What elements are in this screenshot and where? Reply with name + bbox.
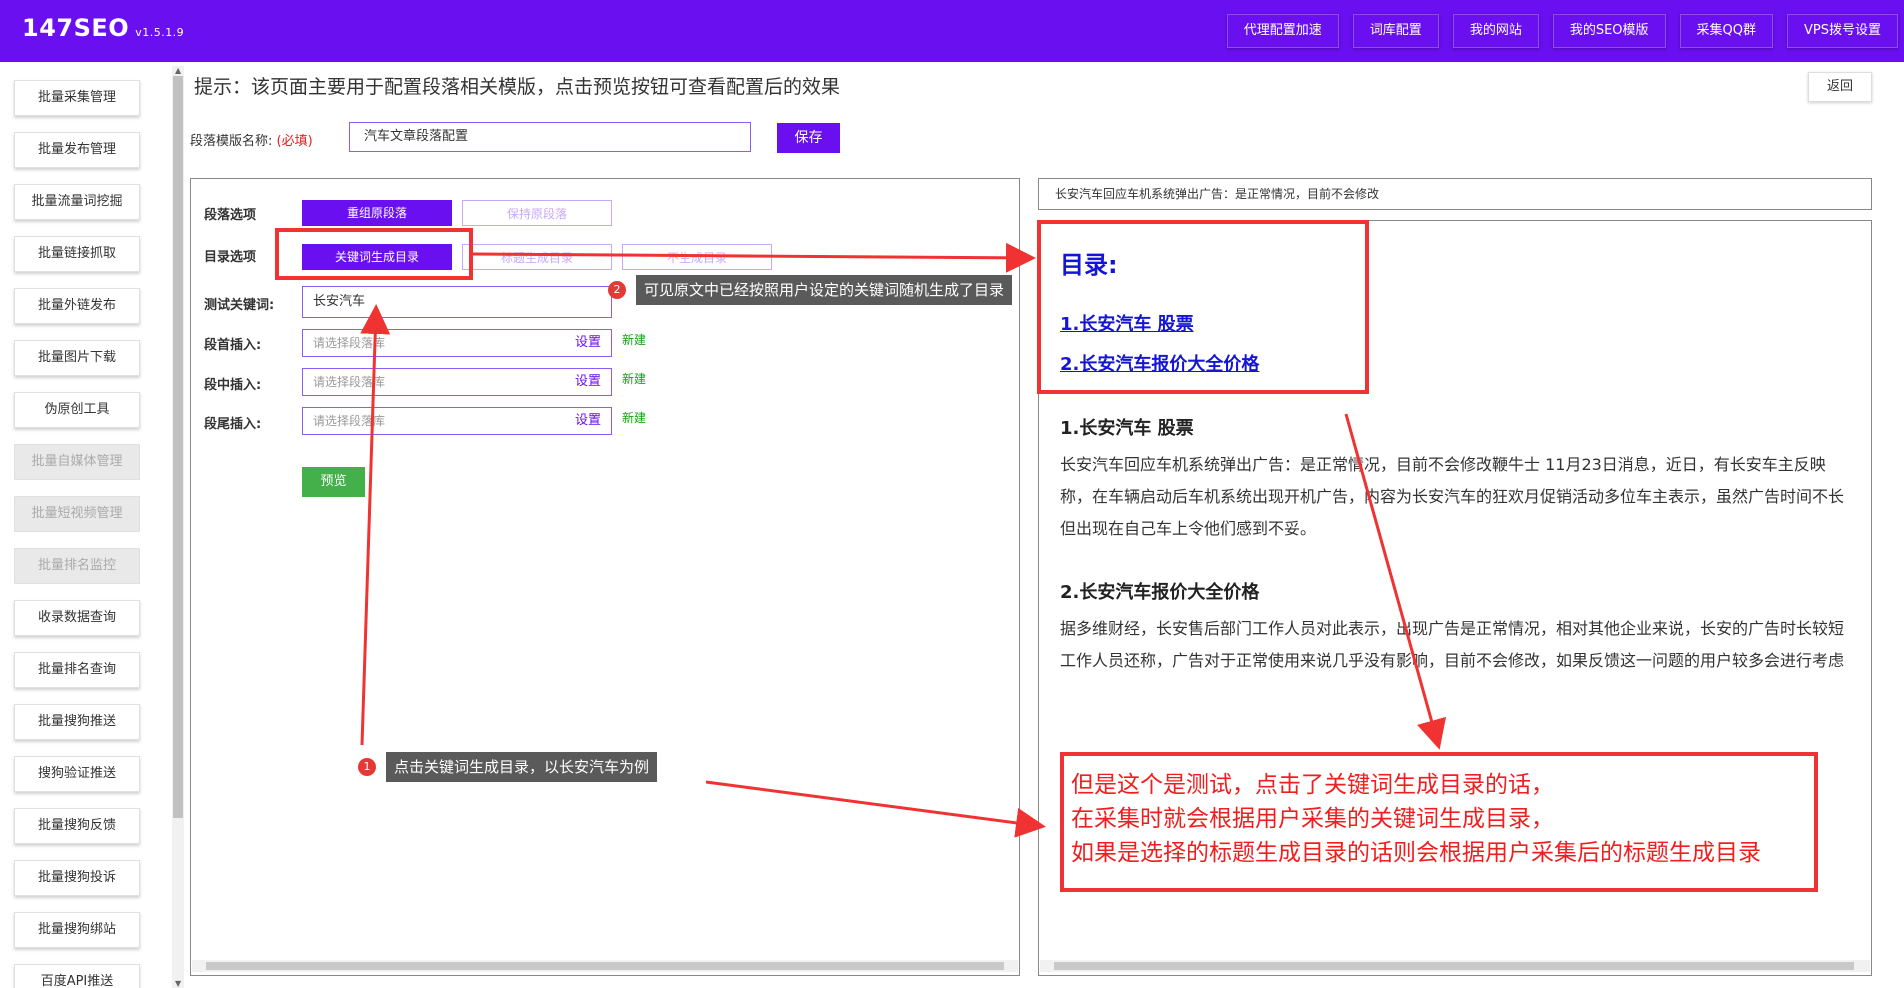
sidebar-item[interactable]: 批量外链发布 [14, 288, 140, 324]
sidebar-item[interactable]: 批量搜狗投诉 [14, 860, 140, 896]
mid-insert-new-link[interactable]: 新建 [622, 370, 646, 387]
select-placeholder: 请选择段落库 [313, 336, 386, 350]
note-text: 但是这个是测试，点击了关键词生成目录的话， 在采集时就会根据用户采集的关键词生成… [1071, 768, 1761, 870]
section-2-text: 据多维财经，长安售后部门工作人员对此表示，出现广告是正常情况，相对其他企业来说，… [1060, 619, 1845, 670]
test-keyword-input[interactable]: 长安汽车 [302, 286, 612, 318]
mid-insert-label: 段中插入: [204, 378, 262, 393]
sidebar-item[interactable]: 批量图片下载 [14, 340, 140, 376]
preview-panel-hscroll[interactable] [1040, 960, 1870, 972]
app-title: 147SEO [22, 14, 130, 42]
top-bar: 147SEO v1.5.1.9 代理配置加速 词库配置 我的网站 我的SEO模版 … [0, 0, 1904, 62]
sidebar-item[interactable]: 批量采集管理 [14, 80, 140, 116]
sidebar-item[interactable]: 搜狗验证推送 [14, 756, 140, 792]
app-logo: 147SEO v1.5.1.9 [22, 14, 184, 42]
head-insert-new-link[interactable]: 新建 [622, 331, 646, 348]
mid-insert-set-link[interactable]: 设置 [575, 369, 601, 395]
tip-2-badge: 2 [608, 281, 626, 299]
section-1-title: 1.长安汽车 股票 [1060, 418, 1194, 439]
scroll-down-icon[interactable]: ▼ [175, 979, 181, 988]
sidebar-item[interactable]: 批量排名查询 [14, 652, 140, 688]
note-line-2: 在采集时就会根据用户采集的关键词生成目录， [1071, 806, 1554, 832]
hscroll-thumb[interactable] [1054, 962, 1854, 970]
nav-proxy-config[interactable]: 代理配置加速 [1226, 14, 1339, 48]
sidebar-item[interactable]: 批量搜狗反馈 [14, 808, 140, 844]
sidebar-scrollbar[interactable]: ▲ ▼ [172, 66, 184, 988]
nav-my-sites[interactable]: 我的网站 [1452, 14, 1539, 48]
tail-insert-select[interactable]: 请选择段落库 设置 [302, 407, 612, 435]
highlight-keyword-toc-box [275, 228, 473, 280]
tip-2: 可见原文中已经按照用户设定的关键词随机生成了目录 [636, 275, 1013, 305]
section-1-text: 长安汽车回应车机系统弹出广告：是正常情况，目前不会修改鞭牛士 11月23日消息，… [1060, 455, 1845, 538]
test-keyword-label: 测试关键词: [204, 298, 275, 313]
app-version: v1.5.1.9 [135, 26, 185, 39]
select-placeholder: 请选择段落库 [313, 375, 386, 389]
paragraph-option-label: 段落选项 [204, 208, 257, 223]
nav-qq-group[interactable]: 采集QQ群 [1679, 14, 1773, 48]
sidebar-item[interactable]: 批量流量词挖掘 [14, 184, 140, 220]
save-button[interactable]: 保存 [777, 123, 840, 153]
highlight-toc-box [1037, 220, 1369, 394]
option-title-toc[interactable]: 标题生成目录 [462, 244, 612, 270]
note-line-1: 但是这个是测试，点击了关键词生成目录的话， [1071, 772, 1554, 798]
sidebar: 批量采集管理 批量发布管理 批量流量词挖掘 批量链接抓取 批量外链发布 批量图片… [0, 62, 170, 988]
template-name-input[interactable]: 汽车文章段落配置 [349, 122, 751, 152]
top-nav: 代理配置加速 词库配置 我的网站 我的SEO模版 采集QQ群 VPS拨号设置 [1226, 14, 1898, 48]
preview-title-bar: 长安汽车回应车机系统弹出广告：是正常情况，目前不会修改 [1038, 178, 1872, 210]
tip-1: 点击关键词生成目录，以长安汽车为例 [386, 752, 658, 782]
template-name-label: 段落模版名称: (必填) [190, 134, 313, 149]
preview-button[interactable]: 预览 [302, 467, 365, 497]
sidebar-item-disabled: 批量排名监控 [14, 548, 140, 584]
toc-option-label: 目录选项 [204, 250, 257, 265]
sidebar-item[interactable]: 批量搜狗绑站 [14, 912, 140, 948]
head-insert-select[interactable]: 请选择段落库 设置 [302, 329, 612, 357]
template-name-label-text: 段落模版名称 [190, 134, 269, 149]
sidebar-item-disabled: 批量短视频管理 [14, 496, 140, 532]
nav-seo-templates[interactable]: 我的SEO模版 [1552, 14, 1666, 48]
tail-insert-new-link[interactable]: 新建 [622, 409, 646, 426]
head-insert-set-link[interactable]: 设置 [575, 330, 601, 356]
back-button[interactable]: 返回 [1808, 72, 1872, 102]
sidebar-item-disabled: 批量自媒体管理 [14, 444, 140, 480]
tail-insert-set-link[interactable]: 设置 [575, 408, 601, 434]
sidebar-item[interactable]: 伪原创工具 [14, 392, 140, 428]
hscroll-thumb[interactable] [206, 962, 1004, 970]
head-insert-label: 段首插入: [204, 338, 262, 353]
scroll-up-icon[interactable]: ▲ [175, 66, 181, 75]
section-2-title: 2.长安汽车报价大全价格 [1060, 582, 1260, 603]
config-panel-hscroll[interactable] [192, 960, 1018, 972]
nav-word-library[interactable]: 词库配置 [1352, 14, 1439, 48]
mid-insert-select[interactable]: 请选择段落库 设置 [302, 368, 612, 396]
scrollbar-thumb[interactable] [173, 76, 183, 818]
sidebar-item[interactable]: 收录数据查询 [14, 600, 140, 636]
note-line-3: 如果是选择的标题生成目录的话则会根据用户采集后的标题生成目录 [1071, 840, 1761, 866]
sidebar-item[interactable]: 百度API推送 [14, 964, 140, 988]
tip-1-badge: 1 [358, 758, 376, 776]
option-no-toc[interactable]: 不生成目录 [622, 244, 772, 270]
tail-insert-label: 段尾插入: [204, 417, 262, 432]
select-placeholder: 请选择段落库 [313, 414, 386, 428]
sidebar-item[interactable]: 批量链接抓取 [14, 236, 140, 272]
page-hint: 提示：该页面主要用于配置段落相关模版，点击预览按钮可查看配置后的效果 [194, 76, 841, 98]
option-reorganize-paragraph[interactable]: 重组原段落 [302, 200, 452, 226]
nav-vps-dialup[interactable]: VPS拨号设置 [1787, 14, 1898, 48]
sidebar-item[interactable]: 批量发布管理 [14, 132, 140, 168]
required-marker: (必填) [276, 134, 313, 149]
option-keep-paragraph[interactable]: 保持原段落 [462, 200, 612, 226]
sidebar-item[interactable]: 批量搜狗推送 [14, 704, 140, 740]
